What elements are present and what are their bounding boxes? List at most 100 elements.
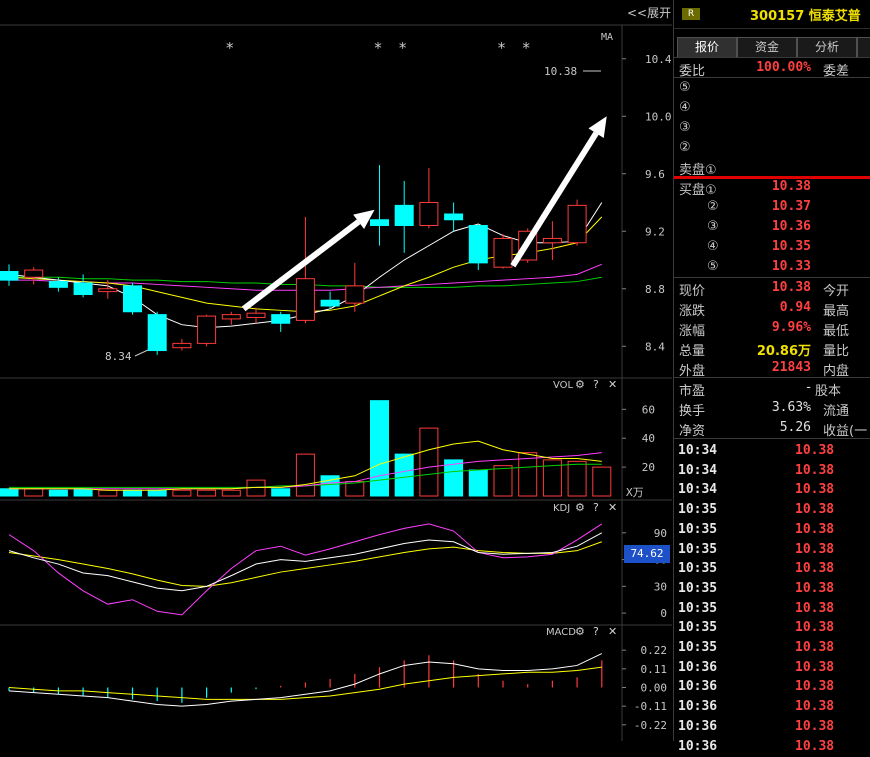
min-price-pointer [134, 349, 149, 357]
buy-3-price: 10.36 [771, 219, 811, 234]
expand-button[interactable]: <<展开 [627, 4, 671, 21]
stat-label2: 今开 [823, 284, 850, 299]
macd-gear-icon[interactable]: ⚙ [575, 625, 585, 638]
stat-label: 总量 [679, 344, 706, 359]
sell-3-label: ③ [679, 120, 691, 135]
vol-unit-label: X万 [626, 486, 644, 499]
sell-level-3[interactable]: ③ [674, 118, 870, 138]
macd-axis-label: -0.22 [634, 719, 667, 732]
tick-row: 10:36 10.38 [674, 697, 870, 717]
stat-value: 21843 [771, 360, 811, 375]
stat-value: 9.96% [771, 320, 811, 335]
sell-5-label: ⑤ [679, 80, 691, 95]
candle-body [295, 278, 315, 321]
kdj-axis-label: 30 [654, 580, 667, 593]
fund-row-pe: 市盈 - 股本 [674, 378, 870, 399]
buy-level-1[interactable]: 买盘① 10.38 [674, 177, 870, 198]
price-axis-label: 9.2 [645, 225, 665, 238]
candle-body [24, 269, 44, 278]
tab-fund[interactable]: 资金 [737, 37, 797, 57]
max-price-label: 10.38 [544, 65, 577, 78]
tick-price: 10.38 [795, 659, 835, 675]
kdj-gear-icon[interactable]: ⚙ [575, 501, 585, 514]
kdj-close-icon[interactable]: ✕ [608, 501, 617, 514]
stat-value: 0.94 [779, 300, 811, 315]
tick-price: 10.38 [795, 620, 835, 636]
tick-time: 10:34 [678, 443, 718, 458]
tick-row: 10:35 10.38 [674, 520, 870, 540]
tick-price: 10.38 [795, 502, 835, 518]
buy-level-4[interactable]: ④ 10.35 [674, 237, 870, 257]
candle-body [73, 282, 93, 295]
buy-2-price: 10.37 [771, 199, 811, 214]
trend-arrow [510, 131, 599, 268]
price-axis-label: 10.0 [645, 110, 672, 123]
fund-row-turnover: 换手 3.63% 流通 [674, 398, 870, 419]
buy-4-label: ④ [707, 239, 719, 254]
candle-body [567, 204, 587, 244]
buy-5-label: ⑤ [707, 259, 719, 274]
buy-level-5[interactable]: ⑤ 10.33 [674, 257, 870, 277]
tick-time: 10:35 [678, 620, 718, 636]
quote-panel: R 300157 恒泰艾普 报价 资金 分析 委比 100.00% 委差 ⑤ ④… [673, 0, 870, 754]
candle-body [444, 213, 464, 221]
sell-level-5[interactable]: ⑤ [674, 78, 870, 98]
macd-close-icon[interactable]: ✕ [608, 625, 617, 638]
fund-label2: 流通 [823, 404, 850, 419]
tab-more[interactable] [857, 37, 870, 57]
tick-price: 10.38 [795, 443, 835, 458]
volume-bar [48, 489, 68, 497]
candle-body [123, 285, 142, 313]
candle-body [197, 315, 217, 344]
vol-help-icon[interactable]: ? [593, 378, 599, 391]
tab-analysis[interactable]: 分析 [797, 37, 857, 57]
ma-label: MA [601, 32, 613, 43]
volume-bar [98, 489, 118, 497]
vol-close-icon[interactable]: ✕ [608, 378, 617, 391]
macd-axis-label: 0.00 [641, 682, 668, 695]
volume-bar [197, 489, 217, 497]
stat-label2: 最高 [823, 304, 850, 319]
buy-level-2[interactable]: ② 10.37 [674, 197, 870, 217]
buy-level-3[interactable]: ③ 10.36 [674, 217, 870, 237]
quote-header: R 300157 恒泰艾普 [674, 0, 870, 29]
price-axis-label: 10.4 [645, 53, 672, 66]
buy-1-label: 买盘① [679, 183, 717, 198]
candle-body [394, 204, 414, 226]
sell-2-label: ② [679, 140, 691, 155]
tick-price: 10.38 [795, 640, 835, 655]
tick-time: 10:35 [678, 580, 718, 596]
kdj-help-icon[interactable]: ? [593, 501, 599, 514]
sell-level-1[interactable]: 卖盘① [674, 157, 870, 178]
tab-quote[interactable]: 报价 [677, 37, 737, 57]
fund-value: 5.26 [779, 420, 811, 435]
quote-tabs: 报价 资金 分析 [674, 37, 870, 57]
volume-bar [468, 469, 488, 497]
tick-row: 10:34 10.38 [674, 441, 870, 461]
price-axis-label: 8.8 [645, 283, 665, 296]
vol-axis-label: 40 [642, 432, 655, 445]
tick-row: 10:35 10.38 [674, 599, 870, 619]
min-price-label: 8.34 [105, 350, 132, 363]
macd-help-icon[interactable]: ? [593, 625, 599, 638]
vol-gear-icon[interactable]: ⚙ [575, 378, 585, 391]
candle-body [320, 299, 340, 307]
kdj-current-value: 74.62 [624, 545, 670, 563]
fund-value: - [806, 380, 811, 395]
tick-row: 10:35 10.38 [674, 540, 870, 560]
macd-dif-line [8, 653, 603, 707]
tick-time: 10:35 [678, 541, 718, 557]
tick-price: 10.38 [795, 521, 835, 537]
event-star-icon: * [497, 39, 506, 57]
sell-level-4[interactable]: ④ [674, 98, 870, 118]
candle-body [542, 237, 562, 244]
buy-4-price: 10.35 [771, 239, 811, 254]
fund-row-nav: 净资 5.26 收益(一 [674, 418, 870, 439]
volume-bar [147, 489, 167, 497]
sell-level-2[interactable]: ② [674, 138, 870, 158]
candle-body [147, 314, 167, 352]
volume-bar [394, 453, 414, 497]
tick-row: 10:35 10.38 [674, 638, 870, 658]
chart-area[interactable]: 10.4 10.0 9.6 9.2 8.8 8.4 MA * * * * * 10.38 8.34 60 40… [0, 0, 672, 741]
vol-panel-label: VOL [553, 380, 574, 391]
